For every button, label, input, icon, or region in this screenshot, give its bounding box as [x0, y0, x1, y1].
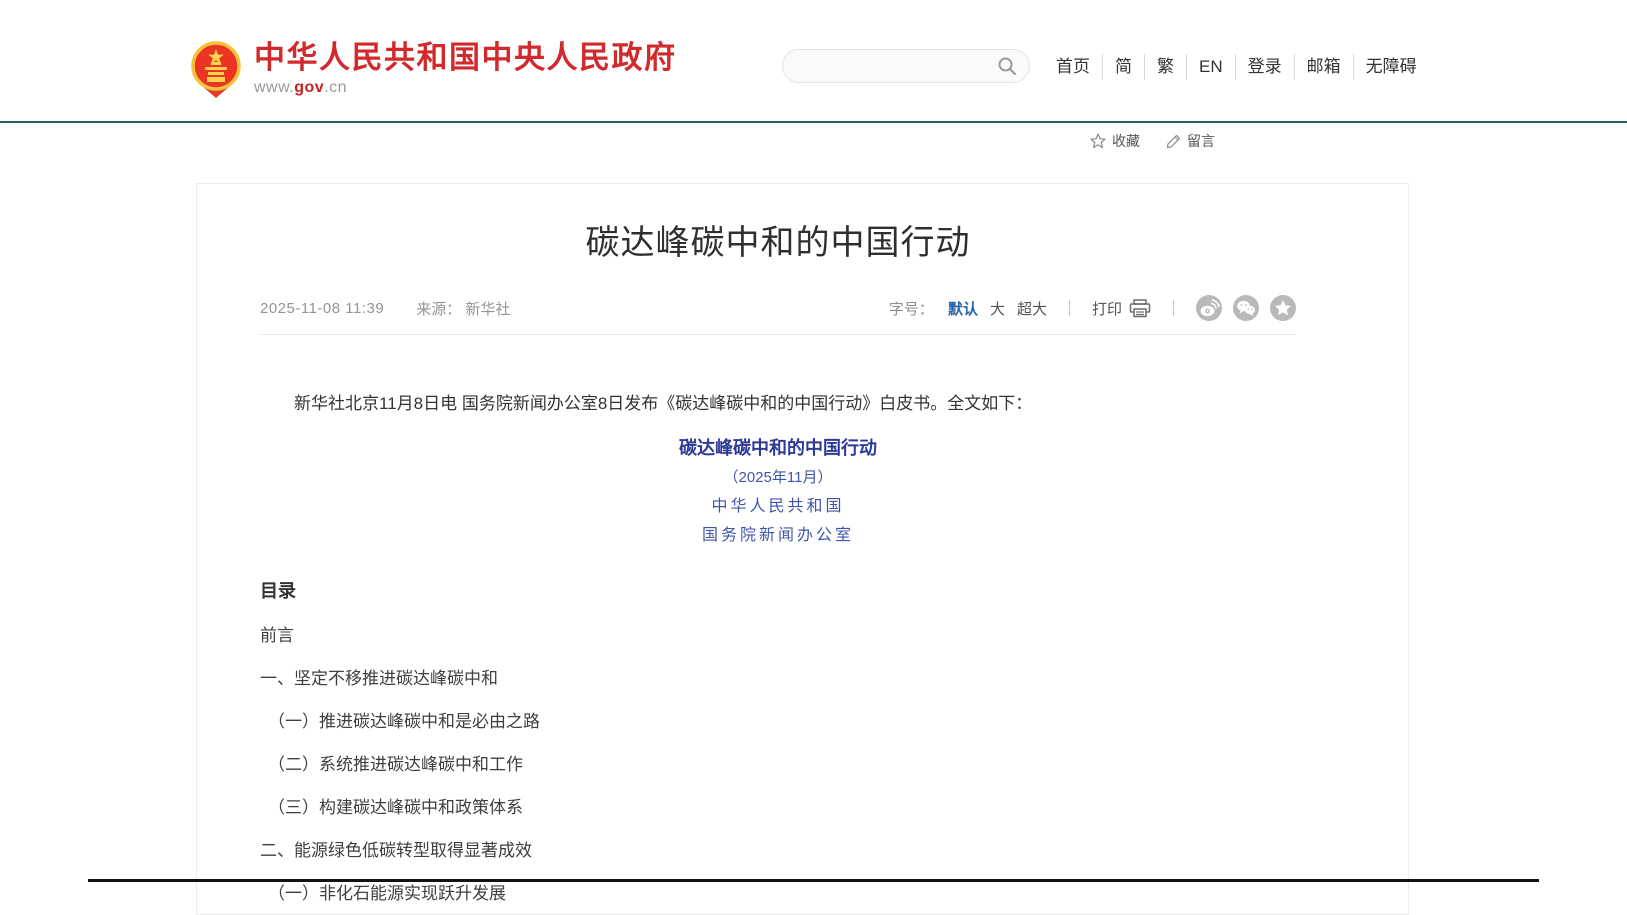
toc-item: （一）推进碳达峰碳中和是必由之路: [260, 712, 1296, 732]
nav-link[interactable]: 繁: [1144, 54, 1186, 80]
fontsize-label: 字号：: [889, 298, 934, 319]
publish-date: 2025-11-08 11:39: [260, 300, 384, 317]
fontsize-large-button[interactable]: 大: [990, 298, 1005, 319]
document-date: （2025年11月）: [260, 463, 1296, 492]
comment-button[interactable]: 留言: [1166, 131, 1215, 151]
nav-link[interactable]: 邮箱: [1294, 54, 1353, 80]
share-favorite-button[interactable]: [1270, 295, 1296, 321]
nav-link[interactable]: 简: [1102, 54, 1144, 80]
national-emblem-icon: [190, 40, 242, 98]
document-title: 碳达峰碳中和的中国行动: [260, 434, 1296, 463]
pencil-icon: [1166, 134, 1181, 149]
search-box[interactable]: [782, 49, 1030, 83]
star-outline-icon: [1090, 133, 1106, 149]
divider: [1173, 300, 1174, 316]
header-divider: [0, 121, 1627, 123]
print-button[interactable]: 打印: [1092, 298, 1151, 319]
toc-heading: 目录: [260, 577, 1296, 603]
site-url-www: www.: [254, 79, 294, 96]
share-buttons: [1196, 295, 1296, 321]
site-url: www.gov.cn: [254, 79, 677, 97]
nav-link[interactable]: 首页: [1044, 54, 1102, 80]
site-url-gov: gov: [294, 79, 324, 96]
weibo-icon: [1196, 295, 1222, 321]
site-url-cn: .cn: [324, 79, 347, 96]
source-value[interactable]: 新华社: [465, 301, 510, 318]
nav-link[interactable]: EN: [1186, 54, 1235, 80]
document-org-line2: 国务院新闻办公室: [260, 521, 1296, 550]
article-meta: 2025-11-08 11:39 来源： 新华社 字号： 默认 大 超大 打印: [260, 295, 1296, 335]
toc-item: 二、能源绿色低碳转型取得显著成效: [260, 841, 1296, 861]
source: 来源： 新华社: [416, 298, 510, 319]
nav-link[interactable]: 无障碍: [1353, 54, 1429, 80]
fontsize-controls: 默认 大 超大: [948, 298, 1047, 319]
printer-icon: [1129, 299, 1151, 318]
site-logo[interactable]: 中华人民共和国中央人民政府 www.gov.cn: [190, 40, 677, 98]
fontsize-default-button[interactable]: 默认: [948, 298, 978, 319]
star-icon: [1270, 295, 1296, 321]
article-card: 碳达峰碳中和的中国行动 2025-11-08 11:39 来源： 新华社 字号：…: [196, 183, 1409, 915]
search-input[interactable]: [799, 58, 995, 74]
comment-label: 留言: [1187, 131, 1215, 151]
toc-item: 前言: [260, 626, 1296, 646]
search-icon[interactable]: [995, 54, 1019, 78]
toc-item: （二）系统推进碳达峰碳中和工作: [260, 755, 1296, 775]
site-title: 中华人民共和国中央人民政府: [254, 40, 677, 76]
toc-item: （三）构建碳达峰碳中和政策体系: [260, 798, 1296, 818]
favorite-button[interactable]: 收藏: [1090, 131, 1140, 151]
top-nav: 首页 简 繁 EN 登录 邮箱 无障碍: [1044, 54, 1429, 80]
lead-paragraph: 新华社北京11月8日电 国务院新闻办公室8日发布《碳达峰碳中和的中国行动》白皮书…: [260, 390, 1296, 417]
source-label: 来源：: [416, 301, 461, 318]
favorite-label: 收藏: [1112, 131, 1140, 151]
document-heading: 碳达峰碳中和的中国行动 （2025年11月） 中华人民共和国 国务院新闻办公室: [260, 434, 1296, 550]
nav-link[interactable]: 登录: [1235, 54, 1294, 80]
share-weibo-button[interactable]: [1196, 295, 1222, 321]
toc-item: （一）非化石能源实现跃升发展: [260, 884, 1296, 904]
toc-list: 前言 一、坚定不移推进碳达峰碳中和 （一）推进碳达峰碳中和是必由之路 （二）系统…: [260, 626, 1296, 904]
viewport-bottom-edge: [88, 879, 1539, 882]
divider: [1069, 300, 1070, 316]
wechat-icon: [1233, 295, 1259, 321]
share-wechat-button[interactable]: [1233, 295, 1259, 321]
article-actions: 收藏 留言: [1090, 131, 1215, 151]
fontsize-xlarge-button[interactable]: 超大: [1017, 298, 1047, 319]
site-header: 中华人民共和国中央人民政府 www.gov.cn 首页 简 繁 EN 登录: [0, 0, 1627, 121]
toc-item: 一、坚定不移推进碳达峰碳中和: [260, 669, 1296, 689]
print-label: 打印: [1092, 298, 1122, 319]
page-title: 碳达峰碳中和的中国行动: [260, 221, 1296, 265]
document-org-line1: 中华人民共和国: [260, 492, 1296, 521]
